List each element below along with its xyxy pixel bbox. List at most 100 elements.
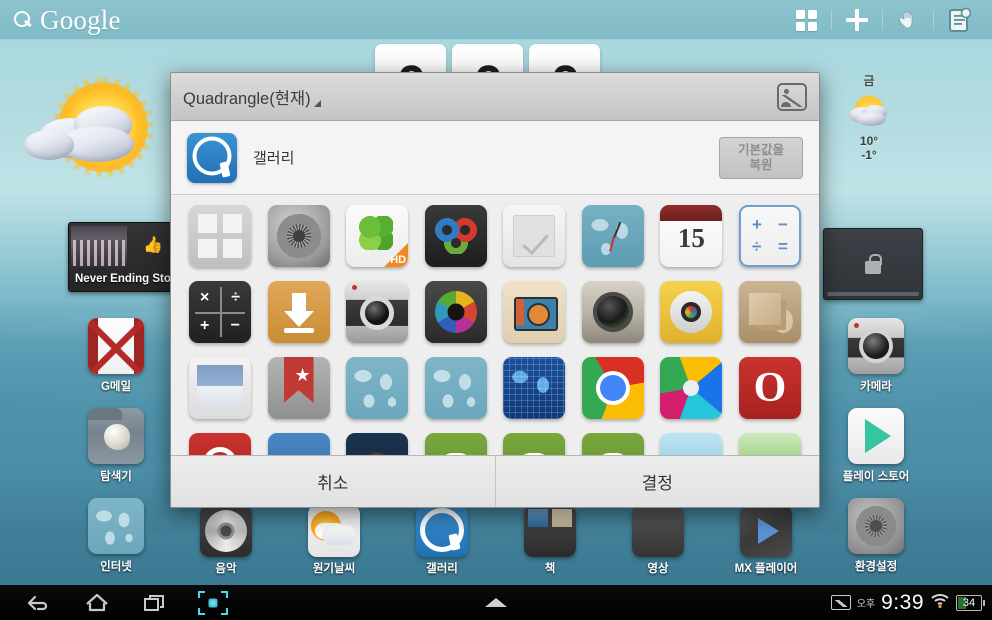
dock-icon-label: 음악 (215, 563, 237, 575)
image-picker-icon[interactable] (777, 82, 807, 111)
app-light-blue[interactable] (660, 433, 723, 455)
screen-capture-icon[interactable] (184, 585, 242, 620)
app-green-2[interactable] (503, 433, 566, 455)
app-clover-hd[interactable]: HD (346, 205, 409, 267)
weather-sun-cloud-icon (308, 505, 360, 557)
wifi-icon[interactable] (930, 592, 950, 614)
dock-icon-mx-player[interactable]: MX 플레이어 (720, 505, 812, 576)
app-camera-yellow[interactable] (660, 281, 723, 343)
cancel-button[interactable]: 취소 (171, 456, 496, 507)
hd-badge: HD (390, 254, 407, 266)
app-red-circle[interactable] (189, 433, 251, 455)
camera-icon (848, 318, 904, 374)
app-camera-gray[interactable] (346, 281, 409, 343)
home-icon-internet[interactable]: 인터넷 (76, 498, 156, 574)
app-icon-grid[interactable]: HD 15 + − ÷ = × ÷ + − ★ O (171, 195, 819, 455)
navigation-bar: 오후 9:39 34 (0, 585, 992, 620)
cloud-icon (24, 130, 74, 160)
play-store-icon (848, 408, 904, 464)
app-photo-placeholder[interactable] (189, 357, 251, 419)
home-icon-label: 카메라 (860, 381, 892, 393)
app-squares[interactable] (189, 205, 251, 267)
mx-player-icon (740, 505, 792, 557)
thumbs-up-icon[interactable]: 👍 (143, 235, 163, 255)
back-arrow-icon[interactable] (10, 585, 68, 620)
app-green-3[interactable] (581, 433, 644, 455)
album-art (71, 226, 127, 268)
app-gear-settings[interactable] (267, 205, 330, 267)
recent-apps-icon[interactable] (126, 585, 184, 620)
app-retro-camera[interactable] (503, 281, 566, 343)
weather-widget-large[interactable] (8, 62, 178, 187)
app-world-map-2[interactable] (424, 357, 487, 419)
app-opera[interactable] (738, 357, 801, 419)
video-folder-icon (632, 505, 684, 557)
image-notification-icon[interactable] (830, 595, 851, 610)
explorer-icon (88, 408, 144, 464)
dock-icon-weather[interactable]: 원기날씨 (288, 505, 380, 576)
battery-indicator[interactable]: 34 (956, 594, 985, 611)
confirm-button[interactable]: 결정 (496, 456, 820, 507)
android-home-screen: 0 0 0 👍 Never Ending Story 금 10° -1° G메일… (0, 0, 992, 620)
app-calculator-blue[interactable]: + − ÷ = (738, 205, 801, 267)
am-pm-label: 오후 (856, 599, 876, 610)
apps-grid-icon[interactable] (781, 0, 831, 40)
home-icon[interactable] (68, 585, 126, 620)
dialog-title: Quadrangle(현재) (183, 89, 311, 108)
settings-gear-icon (848, 498, 904, 554)
app-camera-aperture[interactable] (424, 281, 487, 343)
app-rings[interactable] (424, 205, 487, 267)
app-blue-flat[interactable] (267, 433, 330, 455)
google-search-button[interactable]: Google (14, 5, 121, 36)
plus-icon[interactable] (832, 0, 882, 40)
document-list-icon[interactable] (934, 0, 984, 40)
app-camera-lens[interactable] (581, 281, 644, 343)
dock-icon-video[interactable]: 영상 (612, 505, 704, 576)
home-icon-settings[interactable]: 환경설정 (836, 498, 916, 574)
home-icon-label: 플레이 스토어 (842, 471, 910, 483)
app-world-map-1[interactable] (346, 357, 409, 419)
app-download[interactable] (267, 281, 330, 343)
dock-icon-gallery[interactable]: 갤러리 (396, 505, 488, 576)
clock-time: 9:39 (881, 590, 924, 614)
gallery-quadrangle-icon (416, 505, 468, 557)
app-cardboard-box[interactable] (738, 281, 801, 343)
dropdown-caret-icon[interactable] (313, 100, 321, 107)
app-blue-globe[interactable] (503, 357, 566, 419)
topbar-actions (781, 0, 992, 40)
home-icon-gmail[interactable]: G메일 (76, 318, 156, 394)
current-selection-row: 갤러리 기본값을 복원 (171, 121, 819, 195)
hand-pointer-icon[interactable] (883, 0, 933, 40)
app-fire-night[interactable] (346, 433, 409, 455)
forecast-high: 10° (859, 134, 879, 148)
app-calendar[interactable]: 15 (660, 205, 723, 267)
app-green-1[interactable] (424, 433, 487, 455)
dock-icon-label: 갤러리 (426, 563, 458, 575)
calendar-day-number: 15 (677, 223, 705, 253)
dock-icon-books[interactable]: 책 (504, 505, 596, 576)
app-grid-row: × ÷ + − (189, 281, 801, 343)
sun-behind-cloud-icon (845, 93, 893, 133)
app-bookmark-star[interactable] (267, 357, 330, 419)
home-icon-camera[interactable]: 카메라 (836, 318, 916, 394)
app-task-checkbox[interactable] (503, 205, 566, 267)
forecast-low: -1° (861, 147, 877, 162)
app-pinwheel-photos[interactable] (660, 357, 723, 419)
keyboard-up-icon[interactable] (485, 598, 507, 607)
dialog-title-bar: Quadrangle(현재) (171, 73, 819, 121)
restore-default-button[interactable]: 기본값을 복원 (719, 136, 803, 179)
app-world-clock[interactable] (581, 205, 644, 267)
home-icon-play-store[interactable]: 플레이 스토어 (836, 408, 916, 484)
google-label: Google (40, 4, 121, 35)
home-icon-label: 환경설정 (854, 561, 898, 573)
lock-widget[interactable] (823, 228, 923, 300)
app-green-light[interactable] (738, 433, 801, 455)
dock-icon-music[interactable]: 음악 (180, 505, 272, 576)
app-chrome[interactable] (581, 357, 644, 419)
home-icon-explorer[interactable]: 탐색기 (76, 408, 156, 484)
weather-forecast-widget[interactable]: 금 10° -1° (838, 72, 900, 182)
app-calculator-dark[interactable]: × ÷ + − (189, 281, 251, 343)
search-icon (14, 11, 32, 29)
books-icon (524, 505, 576, 557)
app-grid-row (189, 433, 801, 455)
